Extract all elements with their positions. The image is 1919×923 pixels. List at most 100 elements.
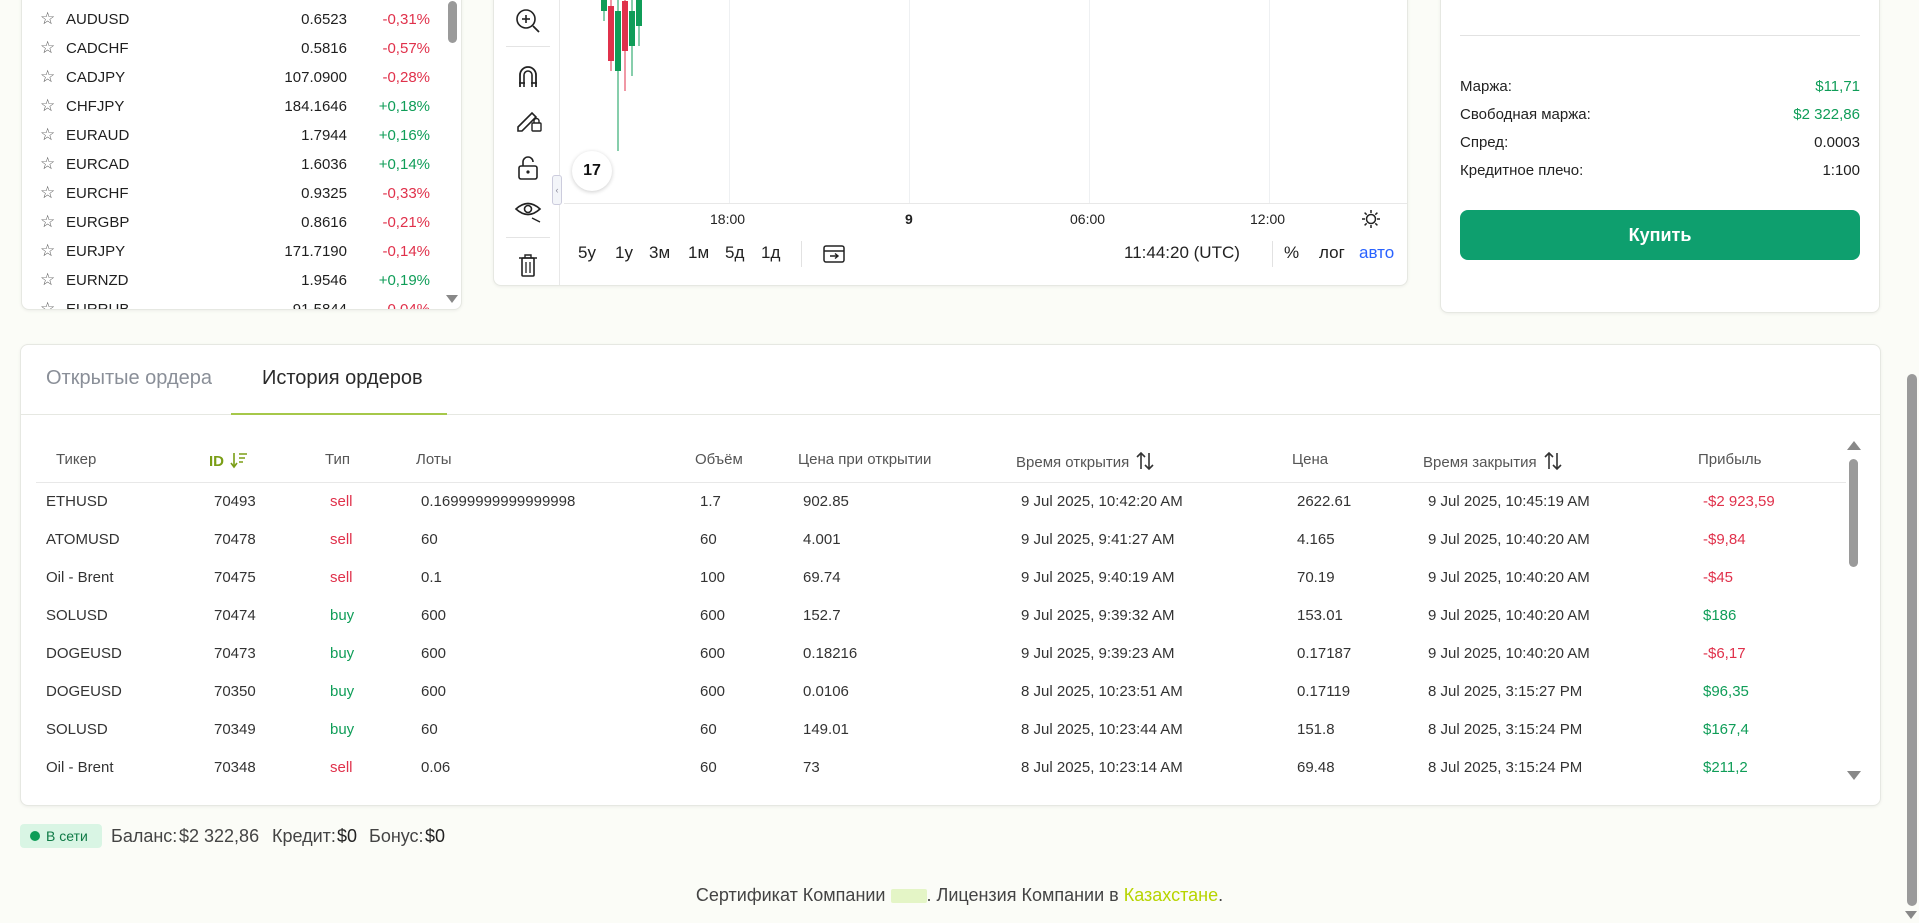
watchlist-price: 1.9546 (301, 272, 347, 289)
chart-settings-gear-icon[interactable] (1361, 209, 1381, 229)
footer-end: . (1218, 885, 1224, 905)
table-row[interactable]: Oil - Brent 70348 sell 0.06 60 73 8 Jul 2025, … (36, 749, 1846, 787)
unlock-icon[interactable] (512, 151, 544, 183)
col-ticker[interactable]: Тикер (56, 451, 96, 468)
star-favorite-icon[interactable]: ☆ (40, 271, 58, 289)
page-scroll-down-icon[interactable] (1905, 911, 1917, 919)
star-favorite-icon[interactable]: ☆ (40, 97, 58, 115)
leverage-value: 1:100 (1822, 162, 1860, 179)
timeframe-1y-button[interactable]: 1y (615, 243, 633, 263)
auto-scale-toggle[interactable]: авто (1359, 243, 1394, 263)
col-type[interactable]: Тип (325, 451, 350, 468)
scroll-down-arrow-icon[interactable] (1847, 771, 1861, 780)
watchlist-row[interactable]: ☆ EURRUB 91.5844 -0,04% (22, 295, 442, 310)
toolbar-collapse-handle[interactable]: ‹ (552, 175, 562, 205)
sort-both-icon[interactable] (1543, 451, 1563, 475)
timeframe-5y-button[interactable]: 5y (578, 243, 596, 263)
star-favorite-icon[interactable]: ☆ (40, 39, 58, 57)
cell-profit: $167,4 (1703, 721, 1749, 738)
watchlist-row[interactable]: ☆ EURNZD 1.9546 +0,19% (22, 266, 442, 295)
watchlist-symbol: CADCHF (66, 40, 129, 57)
watchlist-change: +0,14% (378, 156, 430, 173)
star-favorite-icon[interactable]: ☆ (40, 10, 58, 28)
table-row[interactable]: DOGEUSD 70473 buy 600 600 0.18216 9 Jul 2025, … (36, 635, 1846, 673)
zoom-in-icon[interactable] (512, 5, 544, 37)
percent-scale-toggle[interactable]: % (1284, 243, 1299, 263)
page-scrollbar[interactable] (1907, 374, 1917, 906)
cell-id: 70493 (214, 493, 256, 510)
table-row[interactable]: Oil - Brent 70475 sell 0.1 100 69.74 9 Jul 202… (36, 559, 1846, 597)
candlestick-plot-area[interactable] (564, 0, 1407, 203)
table-scrollbar[interactable] (1849, 459, 1858, 567)
online-status-text: В сети (46, 828, 88, 844)
watchlist-row[interactable]: ☆ CADJPY 107.0900 -0,28% (22, 63, 442, 92)
credit-label: Кредит: (272, 826, 336, 846)
trash-icon[interactable] (512, 249, 544, 281)
watchlist-symbol: CADJPY (66, 69, 126, 86)
eye-visibility-icon[interactable] (512, 194, 544, 226)
footer-country-link[interactable]: Казахстане (1124, 885, 1218, 905)
scroll-up-arrow-icon[interactable] (1847, 441, 1861, 450)
col-open-time[interactable]: Время открытия (1016, 451, 1155, 475)
watchlist-row[interactable]: ☆ EURCAD 1.6036 +0,14% (22, 150, 442, 179)
cell-id: 70473 (214, 645, 256, 662)
star-favorite-icon[interactable]: ☆ (40, 213, 58, 231)
timeframe-1m-button[interactable]: 1м (688, 243, 709, 263)
watchlist-symbol: EURRUB (66, 301, 130, 310)
col-price[interactable]: Цена (1292, 451, 1328, 468)
watchlist-row[interactable]: ☆ AUDUSD 0.6523 -0,31% (22, 5, 442, 34)
watchlist-row[interactable]: ☆ EURAUD 1.7944 +0,16% (22, 121, 442, 150)
col-id-label: ID (209, 452, 224, 470)
watchlist-price: 171.7190 (284, 243, 347, 260)
watchlist-row[interactable]: ☆ CHFJPY 184.1646 +0,18% (22, 92, 442, 121)
table-row[interactable]: SOLUSD 70349 buy 60 60 149.01 8 Jul 2025, 10:2… (36, 711, 1846, 749)
time-axis[interactable]: 18:00 9 06:00 12:00 (564, 203, 1407, 233)
log-scale-toggle[interactable]: лог (1319, 243, 1345, 263)
watchlist-row[interactable]: ☆ EURJPY 171.7190 -0,14% (22, 237, 442, 266)
watchlist-price: 0.9325 (301, 185, 347, 202)
col-id[interactable]: ID (209, 451, 248, 473)
star-favorite-icon[interactable]: ☆ (40, 242, 58, 260)
sort-both-icon[interactable] (1135, 451, 1155, 475)
col-close-time[interactable]: Время закрытия (1423, 451, 1563, 475)
tradingview-logo[interactable]: 17 (572, 151, 612, 191)
watchlist-row[interactable]: ☆ EURCHF 0.9325 -0,33% (22, 179, 442, 208)
timeframe-3m-button[interactable]: 3м (649, 243, 670, 263)
star-favorite-icon[interactable]: ☆ (40, 300, 58, 310)
col-lots[interactable]: Лоты (416, 451, 452, 468)
magnet-icon[interactable] (512, 61, 544, 93)
watchlist-scrollbar[interactable] (448, 1, 457, 43)
tab-order-history[interactable]: История ордеров (262, 367, 423, 390)
table-row[interactable]: SOLUSD 70474 buy 600 600 152.7 9 Jul 2025, 9:3… (36, 597, 1846, 635)
col-volume[interactable]: Объём (695, 451, 743, 468)
cell-ticker: ETHUSD (46, 493, 108, 510)
watchlist-symbol: AUDUSD (66, 11, 130, 28)
tab-open-orders[interactable]: Открытые ордера (46, 367, 212, 390)
watchlist-row[interactable]: ☆ CADCHF 0.5816 -0,57% (22, 34, 442, 63)
watchlist-row[interactable]: ☆ EURGBP 0.8616 -0,21% (22, 208, 442, 237)
table-row[interactable]: ATOMUSD 70478 sell 60 60 4.001 9 Jul 2025, 9:4… (36, 521, 1846, 559)
sort-desc-icon[interactable] (230, 451, 248, 473)
timeframe-5d-button[interactable]: 5д (725, 243, 744, 263)
buy-button[interactable]: Купить (1460, 210, 1860, 260)
star-favorite-icon[interactable]: ☆ (40, 68, 58, 86)
lock-drawings-pencil-icon[interactable] (512, 103, 544, 135)
cell-profit: $96,35 (1703, 683, 1749, 700)
col-profit[interactable]: Прибыль (1698, 451, 1761, 468)
timeframe-1d-button[interactable]: 1д (761, 243, 780, 263)
utc-clock[interactable]: 11:44:20 (UTC) (1124, 243, 1240, 263)
cell-open-time: 8 Jul 2025, 10:23:44 AM (1021, 721, 1183, 738)
table-row[interactable]: ETHUSD 70493 sell 0.16999999999999998 1.7 902… (36, 483, 1846, 521)
star-favorite-icon[interactable]: ☆ (40, 126, 58, 144)
star-favorite-icon[interactable]: ☆ (40, 184, 58, 202)
date-range-calendar-icon[interactable] (822, 243, 846, 265)
table-row[interactable]: DOGEUSD 70350 buy 600 600 0.0106 8 Jul 2025, 1… (36, 673, 1846, 711)
col-open-price[interactable]: Цена при открытии (798, 451, 931, 468)
cell-type: buy (330, 645, 355, 662)
credit-value: $0 (337, 826, 358, 846)
cell-price: 0.17119 (1297, 683, 1351, 700)
star-favorite-icon[interactable]: ☆ (40, 155, 58, 173)
online-dot-icon (30, 831, 40, 841)
scroll-down-arrow-icon[interactable] (446, 295, 458, 303)
company-certificate-link[interactable] (890, 889, 927, 904)
